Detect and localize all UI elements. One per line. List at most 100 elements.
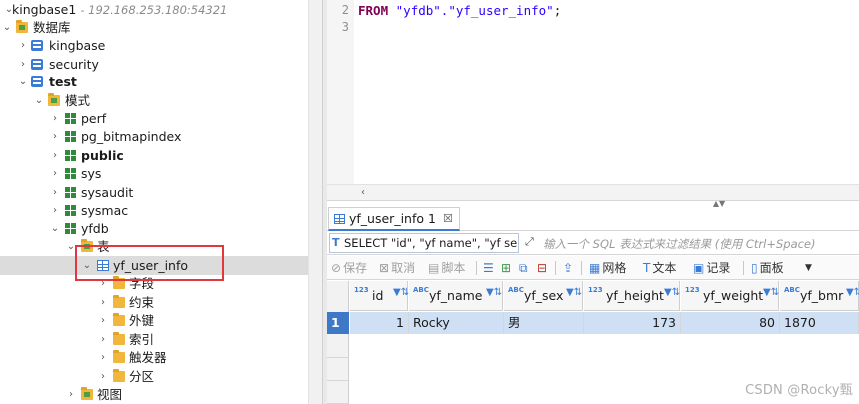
tree-triggers-folder[interactable]: › 触发器	[0, 348, 308, 367]
sql-keyword: FROM	[358, 3, 389, 18]
chevron-right-icon[interactable]: ›	[97, 293, 109, 312]
table-cell[interactable]: Rocky	[409, 312, 504, 334]
column-header-id[interactable]: 123 id ▼⇅	[350, 281, 409, 311]
upload-icon[interactable]: ⇪	[563, 259, 573, 277]
cancel-button[interactable]: ⊠ 取消	[379, 259, 415, 277]
chevron-right-icon[interactable]: ›	[49, 201, 61, 220]
tree-label: sysmac	[81, 203, 129, 218]
row-number[interactable]: 1	[327, 312, 349, 334]
panels-button[interactable]: ▯ 面板	[751, 259, 784, 277]
chevron-right-icon[interactable]: ›	[49, 183, 61, 202]
scroll-left-arrow-icon[interactable]: ‹	[357, 186, 369, 200]
tree-db-kingbase[interactable]: › kingbase	[0, 36, 308, 55]
chevron-down-icon[interactable]: ⌄	[17, 72, 29, 91]
tree-connection[interactable]: ⌄ kingbase1- 192.168.253.180:54321	[0, 0, 308, 19]
chevron-right-icon[interactable]: ›	[49, 109, 61, 128]
sort-filter-icon[interactable]: ▼⇅	[486, 287, 502, 298]
column-header-yf-weight[interactable]: 123 yf_weight ▼⇅	[681, 281, 779, 311]
results-tabbar: yf_user_info 1 ☒	[327, 207, 859, 231]
sort-filter-icon[interactable]: ▼⇅	[846, 287, 859, 298]
tree-schema-yfdb[interactable]: ⌄ yfdb	[0, 219, 308, 238]
grid-view-button[interactable]: ▦ 网格	[589, 259, 626, 277]
column-header-yf-height[interactable]: 123 yf_height ▼⇅	[584, 281, 680, 311]
column-header-yf-sex[interactable]: ABC yf_sex ▼⇅	[504, 281, 583, 311]
script-button[interactable]: ▤ 脚本	[428, 259, 465, 277]
tree-partitions-folder[interactable]: › 分区	[0, 367, 308, 386]
column-header-yf-bmr[interactable]: ABC yf_bmr ▼⇅	[780, 281, 859, 311]
chevron-right-icon[interactable]: ›	[49, 164, 61, 183]
table-cell[interactable]: 173	[584, 312, 681, 334]
chevron-right-icon[interactable]: ›	[97, 330, 109, 349]
tree-schemas-folder[interactable]: ⌄ 模式	[0, 91, 308, 110]
tree-schema-sysmac[interactable]: › sysmac	[0, 201, 308, 220]
tree-table-yf-user-info[interactable]: ⌄ yf_user_info	[0, 256, 308, 275]
chevron-down-icon[interactable]: ⌄	[65, 237, 77, 256]
expand-icon[interactable]: ⤢	[525, 235, 534, 249]
tree-schema-public[interactable]: › public	[0, 146, 308, 165]
close-icon[interactable]: ☒	[443, 212, 453, 225]
filter-placeholder[interactable]: 输入一个 SQL 表达式来过滤结果 (使用 Ctrl+Space)	[543, 236, 816, 252]
sql-editor[interactable]: 2 FROM "yfdb"."yf_user_info"; 3	[327, 0, 859, 190]
tree-scrollbar[interactable]	[308, 0, 322, 404]
table-icon	[334, 213, 345, 224]
tree-databases-folder[interactable]: ⌄ 数据库	[0, 18, 308, 37]
chevron-right-icon[interactable]: ›	[97, 311, 109, 330]
chevron-right-icon[interactable]: ›	[49, 127, 61, 146]
chevron-right-icon[interactable]: ›	[17, 36, 29, 55]
grid-icon: ▦	[589, 261, 601, 275]
tree-views-folder[interactable]: › 视图	[0, 385, 308, 404]
chevron-right-icon[interactable]: ›	[49, 146, 61, 165]
copy-row-button[interactable]: ⧉	[519, 259, 528, 277]
delete-row-button[interactable]: ⊟	[537, 259, 547, 277]
tree-indexes-folder[interactable]: › 索引	[0, 330, 308, 349]
chevron-down-icon[interactable]: ⌄	[33, 91, 45, 110]
sort-filter-icon[interactable]: ▼⇅	[566, 287, 582, 298]
folder-icon	[81, 239, 93, 252]
column-name: yf_weight	[703, 288, 764, 303]
tree-schema-pg-bitmapindex[interactable]: › pg_bitmapindex	[0, 127, 308, 146]
folder-icon	[81, 387, 93, 400]
text-view-button[interactable]: T 文本	[643, 259, 676, 277]
chevron-right-icon[interactable]: ›	[65, 385, 77, 404]
add-row-button[interactable]: ⊞	[501, 259, 511, 277]
line-number: 2	[341, 3, 349, 17]
sort-filter-icon[interactable]: ▼⇅	[763, 287, 779, 298]
tree-label: 字段	[129, 276, 155, 291]
tree-columns-folder[interactable]: › 字段	[0, 274, 308, 293]
tree-schema-sysaudit[interactable]: › sysaudit	[0, 183, 308, 202]
tree-db-test[interactable]: ⌄ test	[0, 72, 308, 91]
table-cell[interactable]: 1	[350, 312, 409, 334]
filter-sql-input[interactable]: T SELECT "id", "yf name", "yf se	[329, 233, 519, 253]
table-cell[interactable]: 男	[504, 312, 584, 334]
sort-filter-icon[interactable]: ▼⇅	[664, 287, 680, 298]
tree-label: pg_bitmapindex	[81, 129, 182, 144]
sort-filter-icon[interactable]: ▼⇅	[393, 287, 409, 298]
results-toolbar: ⊘ 保存 ⊠ 取消 ▤ 脚本 ☰ ⊞ ⧉ ⊟ ⇪ ▦ 网格 T 文本 ▣ 记录 ▯ 面板 ▼	[327, 256, 859, 280]
tree-tables-folder[interactable]: ⌄ 表	[0, 237, 308, 256]
row-divider	[327, 380, 349, 381]
edit-row-button[interactable]: ☰	[483, 259, 494, 277]
tree-schema-sys[interactable]: › sys	[0, 164, 308, 183]
tree-label: 外键	[129, 313, 155, 328]
table-cell[interactable]: 1870	[780, 312, 859, 334]
tree-label: 约束	[129, 295, 155, 310]
editor-horizontal-scrollbar[interactable]: ‹	[327, 184, 859, 200]
tree-schema-perf[interactable]: › perf	[0, 109, 308, 128]
save-button[interactable]: ⊘ 保存	[331, 259, 367, 277]
tree-foreign-keys-folder[interactable]: › 外键	[0, 311, 308, 330]
schema-icon	[65, 131, 76, 142]
chevron-right-icon[interactable]: ›	[97, 367, 109, 386]
chevron-right-icon[interactable]: ›	[97, 348, 109, 367]
folder-icon	[113, 350, 125, 363]
tree-constraints-folder[interactable]: › 约束	[0, 293, 308, 312]
record-view-button[interactable]: ▣ 记录	[693, 259, 730, 277]
chevron-down-icon[interactable]: ⌄	[1, 18, 13, 37]
table-cell[interactable]: 80	[681, 312, 780, 334]
chevron-right-icon[interactable]: ›	[97, 274, 109, 293]
chevron-down-icon[interactable]: ⌄	[49, 219, 61, 238]
column-header-yf-name[interactable]: ABC yf_name ▼⇅	[409, 281, 503, 311]
tab-results[interactable]: yf_user_info 1 ☒	[328, 207, 460, 231]
chevron-down-icon[interactable]: ⌄	[81, 256, 93, 275]
chevron-down-icon[interactable]: ▼	[805, 259, 812, 277]
tree-label: kingbase	[49, 38, 106, 53]
